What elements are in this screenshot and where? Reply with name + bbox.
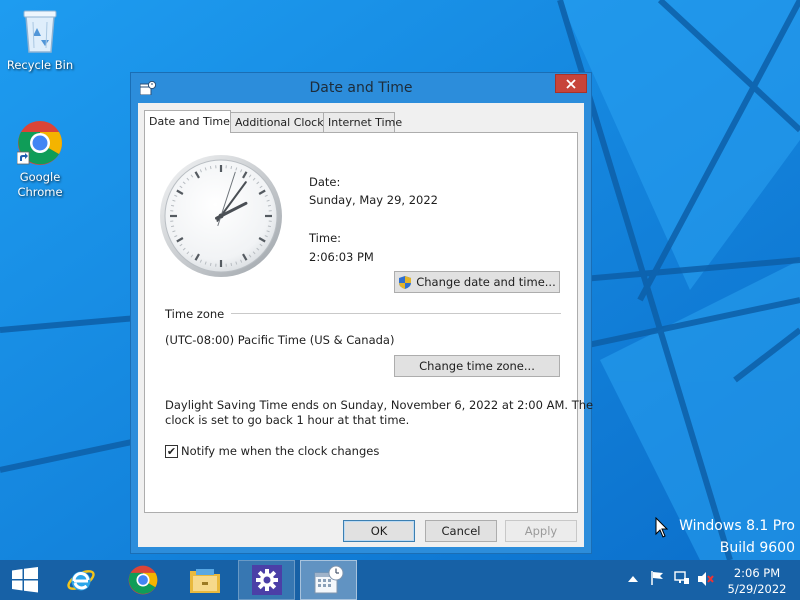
tray-network[interactable] bbox=[674, 570, 690, 589]
start-button[interactable] bbox=[0, 560, 50, 600]
analog-clock bbox=[160, 155, 282, 277]
tray-show-hidden-icons[interactable] bbox=[628, 572, 638, 586]
tab-panel-date-and-time: Date: Sunday, May 29, 2022 Time: 2:06:03… bbox=[144, 132, 593, 513]
dst-notice-line1: Daylight Saving Time ends on Sunday, Nov… bbox=[165, 398, 594, 412]
volume-muted-icon bbox=[698, 572, 714, 586]
change-date-and-time-button[interactable]: Change date and time... bbox=[394, 271, 560, 293]
apply-label: Apply bbox=[524, 524, 558, 538]
clock-time: 2:06 PM bbox=[733, 566, 781, 580]
chevron-up-icon bbox=[628, 576, 638, 582]
windows-logo-icon bbox=[12, 567, 38, 593]
tab-label: Additional Clocks bbox=[235, 116, 330, 129]
taskbar-date-and-time[interactable] bbox=[300, 560, 357, 600]
desktop-icon-recycle-bin[interactable]: Recycle Bin bbox=[2, 6, 78, 73]
close-icon bbox=[566, 78, 576, 89]
clock-minute-tick bbox=[171, 225, 175, 228]
clock-date: 5/29/2022 bbox=[727, 582, 787, 596]
taskbar-control-panel[interactable] bbox=[238, 560, 295, 600]
flag-icon bbox=[651, 571, 663, 585]
title-bar[interactable]: Date and Time bbox=[131, 73, 591, 103]
time-label: Time: bbox=[309, 231, 342, 245]
taskbar-file-explorer[interactable] bbox=[180, 560, 230, 600]
chrome-icon bbox=[128, 565, 158, 595]
time-value: 2:06:03 PM bbox=[309, 250, 374, 264]
tab-additional-clocks[interactable]: Additional Clocks bbox=[230, 112, 329, 132]
apply-button[interactable]: Apply bbox=[505, 520, 577, 542]
change-time-zone-label: Change time zone... bbox=[419, 359, 535, 373]
clock-minute-tick bbox=[209, 166, 212, 170]
control-panel-gear-icon bbox=[251, 565, 282, 595]
clock-minute-tick bbox=[230, 166, 233, 170]
time-zone-heading: Time zone bbox=[165, 307, 225, 321]
notify-clock-changes-label[interactable]: Notify me when the clock changes bbox=[181, 444, 379, 458]
date-value: Sunday, May 29, 2022 bbox=[309, 193, 438, 207]
watermark-build: Build 9600 bbox=[719, 540, 795, 556]
change-time-zone-button[interactable]: Change time zone... bbox=[394, 355, 560, 377]
dialog-title: Date and Time bbox=[309, 80, 413, 96]
dst-notice-line2: clock is set to go back 1 hour at that t… bbox=[165, 413, 410, 427]
dialog-client-area: Date and Time Additional Clocks Internet… bbox=[138, 103, 593, 547]
taskbar-clock[interactable]: 2:06 PM 5/29/2022 bbox=[726, 565, 788, 597]
uac-shield-icon bbox=[399, 275, 412, 289]
mouse-cursor bbox=[655, 517, 669, 538]
desktop-icon-label-line2: Chrome bbox=[17, 185, 63, 199]
clock-minute-tick bbox=[209, 262, 212, 266]
clock-minute-tick bbox=[267, 225, 271, 228]
network-icon bbox=[674, 571, 689, 584]
file-explorer-icon bbox=[190, 569, 220, 593]
cancel-button[interactable]: Cancel bbox=[425, 520, 497, 542]
desktop-icon-google-chrome[interactable]: Google Chrome bbox=[2, 120, 78, 200]
clock-minute-tick bbox=[230, 262, 233, 266]
tray-action-center[interactable] bbox=[650, 570, 664, 589]
ok-button[interactable]: OK bbox=[343, 520, 415, 542]
taskbar-chrome[interactable] bbox=[118, 560, 168, 600]
windows-version-watermark: Windows 8.1 Pro Build 9600 bbox=[679, 518, 795, 556]
tab-internet-time[interactable]: Internet Time bbox=[323, 112, 402, 132]
date-and-time-dialog: Date and Time Date and Time Additional C… bbox=[130, 72, 593, 554]
chrome-icon bbox=[17, 121, 62, 165]
notify-clock-changes-checkbox[interactable]: ✔ bbox=[165, 445, 178, 458]
time-zone-value: (UTC-08:00) Pacific Time (US & Canada) bbox=[165, 333, 395, 347]
desktop-icon-label: Recycle Bin bbox=[6, 58, 74, 72]
desktop-icon-label-line1: Google bbox=[19, 170, 61, 184]
cancel-label: Cancel bbox=[441, 524, 481, 538]
tab-label: Internet Time bbox=[328, 116, 403, 129]
ok-label: OK bbox=[370, 524, 388, 538]
tab-date-and-time[interactable]: Date and Time bbox=[144, 110, 231, 133]
calendar-clock-icon bbox=[314, 565, 343, 594]
internet-explorer-icon bbox=[67, 570, 95, 591]
close-button[interactable] bbox=[555, 74, 587, 93]
tab-label: Date and Time bbox=[149, 115, 230, 128]
recycle-bin-icon bbox=[23, 10, 57, 53]
change-date-and-time-label: Change date and time... bbox=[416, 275, 556, 289]
clock-minute-tick bbox=[171, 204, 175, 207]
date-label: Date: bbox=[309, 175, 341, 189]
time-zone-divider bbox=[231, 313, 561, 314]
taskbar-internet-explorer[interactable] bbox=[56, 560, 106, 600]
watermark-edition: Windows 8.1 Pro bbox=[679, 518, 795, 534]
clock-minute-tick bbox=[267, 204, 271, 207]
taskbar bbox=[0, 560, 800, 600]
tray-volume[interactable] bbox=[697, 571, 715, 590]
